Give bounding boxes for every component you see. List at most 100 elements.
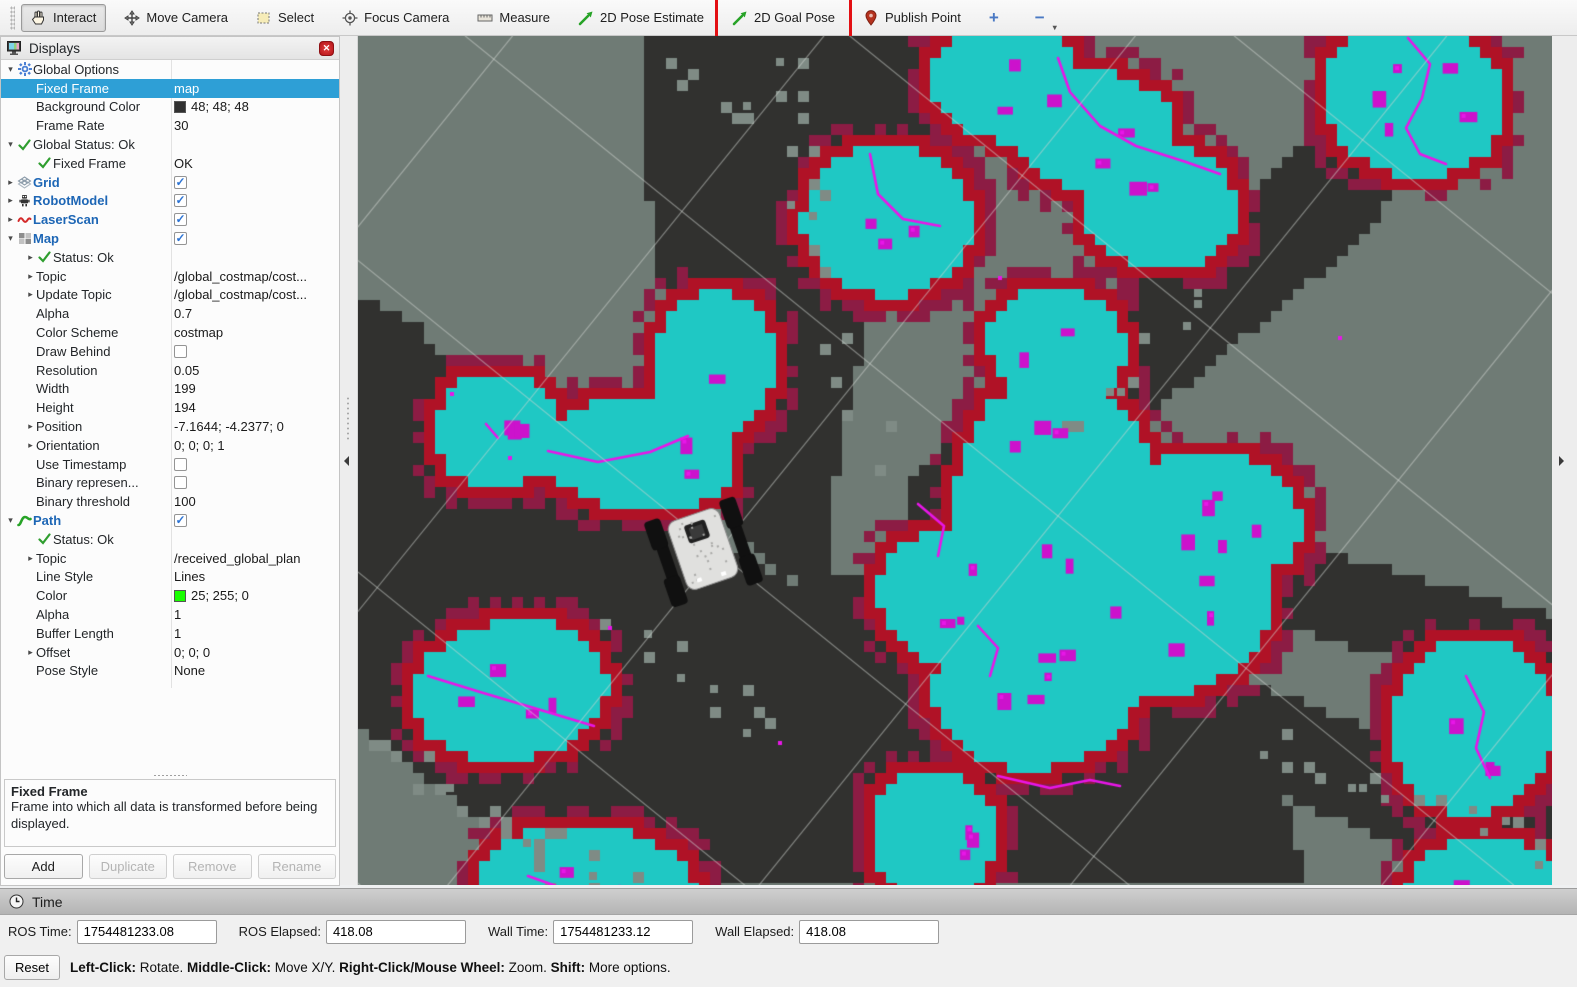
display-row-width[interactable]: Width199 — [1, 380, 339, 399]
expander-icon[interactable]: ▸ — [5, 195, 16, 206]
expander-icon[interactable]: ▸ — [25, 553, 36, 564]
remove-button[interactable]: Remove — [173, 854, 252, 879]
checkbox-checked[interactable]: ✓ — [174, 176, 187, 189]
2d-goal-pose-tool-button[interactable]: 2D Goal Pose — [722, 4, 845, 32]
select-tool-button[interactable]: Select — [246, 4, 324, 32]
panel-splitter[interactable] — [1, 771, 339, 779]
remove-tool-button[interactable]: − ▾ — [1035, 8, 1045, 28]
property-value[interactable]: /global_costmap/cost... — [174, 269, 337, 284]
ros-elapsed-input[interactable] — [326, 920, 466, 944]
display-row-status-ok[interactable]: Status: Ok — [1, 530, 339, 549]
expander-icon[interactable]: ▾ — [5, 233, 16, 244]
property-value[interactable]: None — [174, 663, 337, 678]
expander-icon[interactable]: ▸ — [5, 214, 16, 225]
rename-button[interactable]: Rename — [258, 854, 337, 879]
property-value[interactable]: 0.7 — [174, 306, 337, 321]
property-value[interactable]: 100 — [174, 494, 337, 509]
display-row-resolution[interactable]: Resolution0.05 — [1, 361, 339, 380]
display-row-fixed-frame[interactable]: Fixed FrameOK — [1, 154, 339, 173]
display-row-color[interactable]: Color25; 255; 0 — [1, 586, 339, 605]
property-value[interactable]: 199 — [174, 381, 337, 396]
property-value[interactable]: 25; 255; 0 — [174, 588, 337, 603]
display-row-grid[interactable]: ▸Grid✓ — [1, 173, 339, 192]
property-value[interactable]: 0.05 — [174, 363, 337, 378]
checkbox-checked[interactable]: ✓ — [174, 514, 187, 527]
display-row-position[interactable]: ▸Position-7.1644; -4.2377; 0 — [1, 417, 339, 436]
property-value[interactable]: Lines — [174, 569, 337, 584]
reset-button[interactable]: Reset — [4, 955, 60, 980]
property-value[interactable] — [174, 458, 337, 471]
time-panel-header[interactable]: Time — [0, 888, 1577, 915]
property-value[interactable]: 30 — [174, 118, 337, 133]
display-row-binary-represen[interactable]: Binary represen... — [1, 474, 339, 493]
expander-icon[interactable]: ▾ — [5, 139, 16, 150]
display-row-height[interactable]: Height194 — [1, 398, 339, 417]
expander-icon[interactable]: ▸ — [25, 252, 36, 263]
expander-icon[interactable]: ▸ — [25, 271, 36, 282]
display-row-frame-rate[interactable]: Frame Rate30 — [1, 116, 339, 135]
checkbox-unchecked[interactable] — [174, 476, 187, 489]
displays-panel-header[interactable]: Displays ✕ — [1, 37, 339, 60]
display-row-background-color[interactable]: Background Color48; 48; 48 — [1, 98, 339, 117]
toolbar-drag-handle[interactable] — [10, 6, 15, 30]
publish-point-tool-button[interactable]: Publish Point — [853, 4, 971, 32]
property-value[interactable]: /received_global_plan — [174, 551, 337, 566]
property-value[interactable] — [174, 345, 337, 358]
property-value[interactable]: ✓ — [174, 232, 337, 245]
display-row-global-status-ok[interactable]: ▾Global Status: Ok — [1, 135, 339, 154]
ros-time-input[interactable] — [77, 920, 217, 944]
interact-tool-button[interactable]: Interact — [21, 4, 106, 32]
property-value[interactable]: 194 — [174, 400, 337, 415]
wall-elapsed-input[interactable] — [799, 920, 939, 944]
expander-icon[interactable]: ▸ — [25, 421, 36, 432]
display-row-topic[interactable]: ▸Topic/received_global_plan — [1, 549, 339, 568]
display-row-update-topic[interactable]: ▸Update Topic/global_costmap/cost... — [1, 286, 339, 305]
add-button[interactable]: Add — [4, 854, 83, 879]
collapse-right-icon[interactable] — [1559, 456, 1564, 466]
property-value[interactable]: ✓ — [174, 514, 337, 527]
display-row-path[interactable]: ▾Path✓ — [1, 511, 339, 530]
display-row-buffer-length[interactable]: Buffer Length1 — [1, 624, 339, 643]
add-tool-button[interactable]: + — [989, 8, 999, 28]
property-value[interactable]: ✓ — [174, 176, 337, 189]
measure-tool-button[interactable]: Measure — [467, 4, 560, 32]
property-value[interactable]: map — [174, 81, 337, 96]
checkbox-checked[interactable]: ✓ — [174, 232, 187, 245]
display-row-alpha[interactable]: Alpha0.7 — [1, 304, 339, 323]
property-value[interactable]: 0; 0; 0 — [174, 645, 337, 660]
display-row-color-scheme[interactable]: Color Schemecostmap — [1, 323, 339, 342]
property-value[interactable]: -7.1644; -4.2377; 0 — [174, 419, 337, 434]
property-value[interactable]: OK — [174, 156, 337, 171]
expander-icon[interactable]: ▸ — [5, 177, 16, 188]
property-value[interactable]: ✓ — [174, 213, 337, 226]
chevron-down-icon[interactable]: ▾ — [1053, 23, 1057, 32]
strip-grip[interactable] — [346, 396, 350, 442]
display-row-map[interactable]: ▾Map✓ — [1, 229, 339, 248]
checkbox-checked[interactable]: ✓ — [174, 194, 187, 207]
close-icon[interactable]: ✕ — [319, 41, 334, 56]
property-value[interactable]: costmap — [174, 325, 337, 340]
display-row-orientation[interactable]: ▸Orientation0; 0; 0; 1 — [1, 436, 339, 455]
expander-icon[interactable]: ▾ — [5, 515, 16, 526]
2d-pose-estimate-tool-button[interactable]: 2D Pose Estimate — [568, 4, 714, 32]
duplicate-button[interactable]: Duplicate — [89, 854, 168, 879]
display-row-draw-behind[interactable]: Draw Behind — [1, 342, 339, 361]
expander-icon[interactable]: ▾ — [5, 64, 16, 75]
display-row-fixed-frame[interactable]: Fixed Framemap — [1, 79, 339, 98]
expander-icon[interactable]: ▸ — [25, 289, 36, 300]
display-row-topic[interactable]: ▸Topic/global_costmap/cost... — [1, 267, 339, 286]
display-row-binary-threshold[interactable]: Binary threshold100 — [1, 492, 339, 511]
checkbox-checked[interactable]: ✓ — [174, 213, 187, 226]
property-value[interactable] — [174, 476, 337, 489]
3d-viewport[interactable] — [358, 36, 1552, 885]
display-row-laserscan[interactable]: ▸LaserScan✓ — [1, 210, 339, 229]
checkbox-unchecked[interactable] — [174, 345, 187, 358]
move-camera-tool-button[interactable]: Move Camera — [114, 4, 238, 32]
expander-icon[interactable]: ▸ — [25, 647, 36, 658]
wall-time-input[interactable] — [553, 920, 693, 944]
display-row-offset[interactable]: ▸Offset0; 0; 0 — [1, 643, 339, 662]
display-row-use-timestamp[interactable]: Use Timestamp — [1, 455, 339, 474]
property-value[interactable]: 48; 48; 48 — [174, 99, 337, 114]
display-row-line-style[interactable]: Line StyleLines — [1, 568, 339, 587]
checkbox-unchecked[interactable] — [174, 458, 187, 471]
